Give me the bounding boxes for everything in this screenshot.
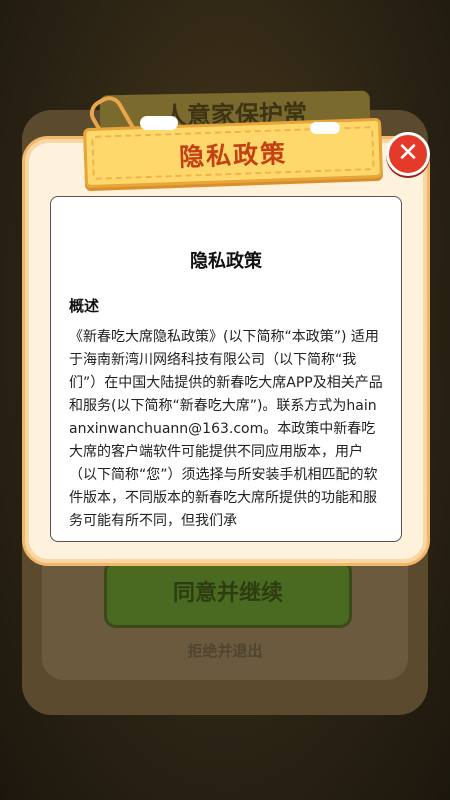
close-icon: ✕: [397, 138, 419, 168]
policy-document-title: 隐私政策: [190, 251, 262, 272]
decline-exit-link[interactable]: 拒绝并退出: [0, 640, 450, 661]
policy-paragraph: 《新春吃大席隐私政策》(以下简称“本政策”) 适用于海南新湾川网络科技有限公司（…: [69, 329, 383, 529]
agree-continue-button[interactable]: 同意并继续: [104, 560, 352, 628]
policy-section-heading: 概述: [69, 297, 100, 315]
snow-decoration: [140, 116, 178, 130]
close-button[interactable]: ✕: [386, 132, 430, 176]
policy-content-box[interactable]: 隐私政策 概述 《新春吃大席隐私政策》(以下简称“本政策”) 适用于海南新湾川网…: [50, 196, 402, 542]
snow-decoration: [310, 122, 340, 134]
